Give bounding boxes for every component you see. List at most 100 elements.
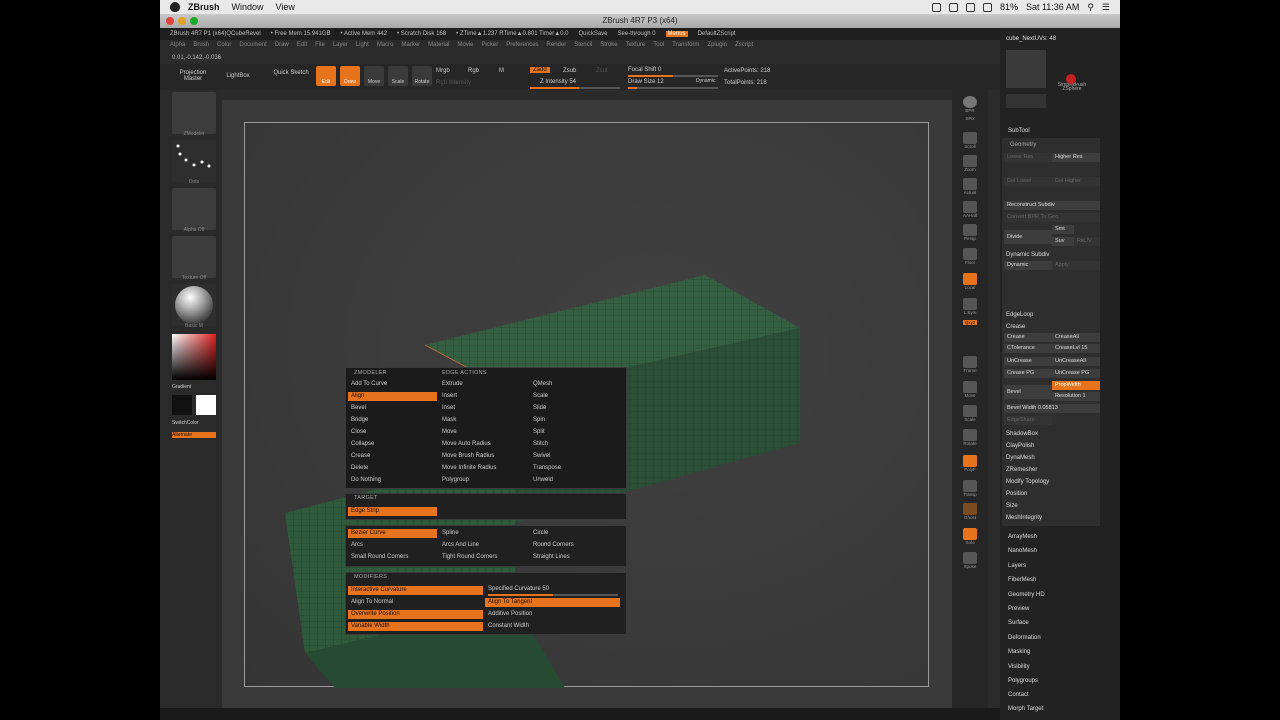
tray-subpalette[interactable]: Size <box>1006 503 1018 509</box>
lightbox-button[interactable]: LightBox <box>218 73 258 79</box>
menu-item[interactable]: Brush <box>193 42 209 52</box>
menu-list-icon[interactable]: ☰ <box>1102 2 1110 13</box>
modifier-constant-width[interactable]: Constant Width <box>485 622 620 631</box>
secondary-color-swatch[interactable] <box>172 395 192 415</box>
menu-item[interactable]: Color <box>217 42 231 52</box>
menu-item[interactable]: Preferences <box>506 42 538 52</box>
close-icon[interactable] <box>166 17 174 25</box>
draw-button[interactable]: Draw <box>340 66 360 86</box>
mrgb-button[interactable]: Mrgb <box>436 68 450 74</box>
rotate-button[interactable]: Rotate <box>412 66 432 86</box>
tool-subpalette[interactable]: Visibility <box>1008 664 1030 670</box>
option-arcs-and-line[interactable]: Arcs And Line <box>439 541 528 550</box>
material-thumbnail[interactable] <box>172 284 216 326</box>
menu-view[interactable]: View <box>276 2 295 12</box>
minimize-icon[interactable] <box>178 17 186 25</box>
option-arcs[interactable]: Arcs <box>348 541 437 550</box>
menu-item[interactable]: Draw <box>275 42 289 52</box>
modifier-variable-width[interactable]: Variable Width <box>348 622 483 631</box>
alpha-thumbnail[interactable] <box>172 188 216 230</box>
ghost-button[interactable]: Ghost <box>957 503 983 523</box>
action-add-to-curve[interactable]: Add To Curve <box>348 380 437 389</box>
propwidth-toggle[interactable]: PropWidth <box>1052 381 1100 390</box>
zcut-button[interactable]: Zcut <box>596 68 608 74</box>
menu-item[interactable]: Stencil <box>574 42 592 52</box>
dynamic-subdiv-header[interactable]: Dynamic Subdiv <box>1006 252 1049 258</box>
modifier-additive-position[interactable]: Additive Position <box>485 610 620 619</box>
bevel-button[interactable]: Bevel <box>1004 385 1052 399</box>
option-round-corners[interactable]: Round Corners <box>530 541 619 550</box>
zoom-icon[interactable] <box>190 17 198 25</box>
tool-subpalette[interactable]: Deformation <box>1008 635 1041 641</box>
modifier-align-to-normal[interactable]: Align To Normal <box>348 598 483 607</box>
battery-percent[interactable]: 81% <box>1000 2 1018 12</box>
crease-button[interactable]: Crease <box>1004 333 1052 342</box>
rotate-view-button[interactable]: Rotate <box>957 429 983 449</box>
option-circle[interactable]: Circle <box>530 529 619 538</box>
z-intensity-track[interactable] <box>530 87 620 89</box>
clock[interactable]: Sat 11:36 AM <box>1026 2 1079 12</box>
action-crease[interactable]: Crease <box>348 452 437 461</box>
move-view-button[interactable]: Move <box>957 381 983 401</box>
tool-subpalette[interactable]: Preview <box>1008 606 1029 612</box>
tool-subpalette[interactable]: Surface <box>1008 620 1029 626</box>
floor-button[interactable]: Floor <box>957 248 983 268</box>
menu-item[interactable]: Texture <box>626 42 646 52</box>
local-button[interactable]: Local <box>957 273 983 293</box>
del-lower-button[interactable]: Del Lower <box>1004 177 1052 186</box>
apple-icon[interactable] <box>170 2 180 12</box>
menu-item[interactable]: Layer <box>333 42 348 52</box>
status-icon[interactable] <box>948 2 958 12</box>
edgeloop-header[interactable]: EdgeLoop <box>1006 312 1033 318</box>
del-higher-button[interactable]: Del Higher <box>1052 177 1100 186</box>
zoom-button[interactable]: Zoom <box>957 155 983 175</box>
tray-subpalette[interactable]: MeshIntegrity <box>1006 515 1042 521</box>
persp-button[interactable]: Persp <box>957 224 983 244</box>
tool-thumbnail-2[interactable] <box>1006 94 1046 108</box>
menu-item[interactable]: Edit <box>297 42 307 52</box>
transp-button[interactable]: Transp <box>957 480 983 500</box>
stroke-thumbnail[interactable] <box>172 140 216 182</box>
option-bezier-curve[interactable]: Bezier Curve <box>348 529 437 538</box>
aahalf-button[interactable]: AAHalf <box>957 201 983 221</box>
action-align[interactable]: Align <box>348 392 437 401</box>
action-delete[interactable]: Delete <box>348 464 437 473</box>
crease-all-button[interactable]: CreaseAll <box>1052 333 1100 342</box>
texture-thumbnail[interactable] <box>172 236 216 278</box>
edit-button[interactable]: Edit <box>316 66 336 86</box>
action-move-brush-radius[interactable]: Move Brush Radius <box>439 452 528 461</box>
crease-pg-button[interactable]: Crease PG <box>1004 369 1052 378</box>
target-edge-strip[interactable]: Edge Strip <box>348 507 437 516</box>
option-small-round-corners[interactable]: Small Round Corners <box>348 553 437 562</box>
quicksave-button[interactable]: QuickSave <box>579 31 608 37</box>
option-spline[interactable]: Spline <box>439 529 528 538</box>
tray-subpalette[interactable]: ZRemesher <box>1006 467 1037 473</box>
bevel-width-slider[interactable]: Bevel Width 0.05813 <box>1004 404 1100 413</box>
bpr-button[interactable]: BPR <box>957 96 983 116</box>
menu-item[interactable]: Alpha <box>170 42 185 52</box>
geometry-header[interactable]: Geometry <box>1010 142 1036 148</box>
divide-button[interactable]: Divide <box>1004 230 1052 244</box>
subtool-header[interactable]: SubTool <box>1008 128 1030 134</box>
default-zscript[interactable]: DefaultZScript <box>698 31 736 37</box>
option-tight-round-corners[interactable]: Tight Round Corners <box>439 553 528 562</box>
color-picker[interactable] <box>172 334 216 380</box>
dynamic-subdiv-toggle[interactable]: Dynamic <box>1004 261 1052 270</box>
tool-subpalette[interactable]: Layers <box>1008 563 1026 569</box>
reconstruct-subdiv-button[interactable]: Reconstruct Subdiv <box>1004 201 1100 210</box>
tool-subpalette[interactable]: Polygroups <box>1008 678 1038 684</box>
actual-button[interactable]: Actual <box>957 178 983 198</box>
specified-curvature-track[interactable] <box>488 594 618 596</box>
reuv-toggle[interactable]: ReUV <box>1074 237 1100 246</box>
action-close[interactable]: Close <box>348 428 437 437</box>
tray-subpalette[interactable]: Modify Topology <box>1006 479 1049 485</box>
polyf-button[interactable]: PolyF <box>957 455 983 475</box>
menu-item[interactable]: Picker <box>482 42 499 52</box>
action-unweld[interactable]: Unweld <box>530 476 619 485</box>
higher-res-button[interactable]: Higher Res <box>1052 153 1100 162</box>
modifier-overwrite-position[interactable]: Overwrite Position <box>348 610 483 619</box>
menu-item[interactable]: Tool <box>653 42 664 52</box>
menu-item[interactable]: Marker <box>401 42 420 52</box>
projection-master-button[interactable]: Projection Master <box>174 70 212 82</box>
modifier-interactive-curvature[interactable]: Interactive Curvature <box>348 586 483 595</box>
